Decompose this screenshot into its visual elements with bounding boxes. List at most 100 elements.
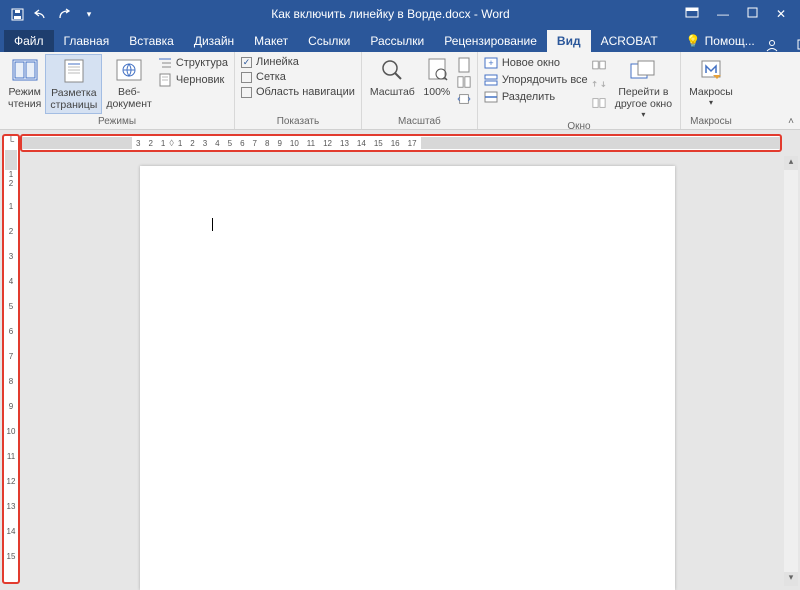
ruler-tick: 12: [319, 139, 336, 148]
ruler-tick: 9: [273, 139, 285, 148]
minimize-icon[interactable]: —: [717, 7, 729, 21]
ruler-tick: 10: [7, 427, 16, 436]
macros-label: Макросы: [689, 86, 733, 98]
print-layout-button[interactable]: Разметка страницы: [45, 54, 102, 114]
ruler-tick: 12: [7, 477, 16, 486]
undo-icon[interactable]: [34, 7, 48, 21]
ruler-tick: 3: [9, 252, 13, 261]
gridlines-checkbox[interactable]: Сетка: [241, 71, 355, 83]
ruler-tick: 1: [9, 170, 13, 179]
ruler-tick: 17: [404, 139, 421, 148]
ruler-tick: 9: [9, 402, 13, 411]
print-layout-icon: [60, 57, 88, 85]
group-macros: Макросы▾ Макросы: [681, 52, 741, 129]
zoom-100-button[interactable]: 100%: [419, 54, 455, 100]
page-width-icon[interactable]: [457, 92, 471, 106]
one-page-icon[interactable]: [457, 58, 471, 72]
group-window: + Новое окно Упорядочить все Разделить Пе…: [478, 52, 681, 129]
horizontal-ruler[interactable]: 3 2 1 ◊ 1 2 3 4 5 6 7 8 9 10 11 12 13 14…: [20, 134, 782, 152]
scroll-up-icon[interactable]: ▴: [784, 156, 798, 170]
read-mode-label: Режим чтения: [8, 86, 41, 110]
side-by-side-icon[interactable]: [592, 58, 606, 72]
document-page[interactable]: [140, 166, 675, 590]
zoom-button[interactable]: Масштаб: [366, 54, 419, 100]
ruler-tick: 13: [7, 502, 16, 511]
navigation-checkbox[interactable]: Область навигации: [241, 86, 355, 98]
web-layout-label: Веб- документ: [106, 86, 151, 110]
save-icon[interactable]: [10, 7, 24, 21]
ruler-tick: 2: [9, 179, 13, 188]
tab-home[interactable]: Главная: [54, 30, 120, 52]
qat-customize-icon[interactable]: ▾: [82, 7, 96, 21]
web-layout-button[interactable]: Веб- документ: [102, 54, 155, 112]
reset-window-icon[interactable]: [592, 96, 606, 110]
help-tell-me[interactable]: 💡Помощ...: [676, 30, 765, 52]
close-icon[interactable]: ✕: [776, 7, 786, 21]
tab-review[interactable]: Рецензирование: [434, 30, 547, 52]
split-button[interactable]: Разделить: [484, 90, 588, 104]
tab-selector-icon[interactable]: └: [4, 136, 18, 150]
ruler-tick: 8: [9, 377, 13, 386]
read-mode-button[interactable]: Режим чтения: [4, 54, 45, 112]
account-icon[interactable]: [765, 38, 779, 52]
ruler-tick: 5: [9, 302, 13, 311]
ruler-tick: 6: [236, 139, 248, 148]
macros-button[interactable]: Макросы▾: [685, 54, 737, 109]
arrange-all-label: Упорядочить все: [502, 74, 588, 86]
ruler-tick: 15: [7, 552, 16, 561]
tab-insert[interactable]: Вставка: [119, 30, 184, 52]
checkbox-checked-icon: ✓: [241, 57, 252, 68]
ruler-tick: 2: [186, 139, 198, 148]
group-zoom-label: Масштаб: [366, 116, 473, 128]
title-bar: ▾ Как включить линейку в Ворде.docx - Wo…: [0, 0, 800, 28]
ribbon: Режим чтения Разметка страницы Веб- доку…: [0, 52, 800, 130]
redo-icon[interactable]: [58, 7, 72, 21]
vertical-ruler[interactable]: └ 1 2 1 2 3 4 5 6 7 8 9 10 11 12 13 14 1…: [2, 134, 20, 584]
collapse-ribbon-icon[interactable]: ˄: [788, 116, 794, 127]
tab-design[interactable]: Дизайн: [184, 30, 244, 52]
switch-windows-icon: [629, 56, 657, 84]
sync-scroll-icon[interactable]: [592, 77, 606, 91]
ruler-tick: 4: [211, 139, 223, 148]
workspace: 3 2 1 ◊ 1 2 3 4 5 6 7 8 9 10 11 12 13 14…: [0, 130, 800, 590]
draft-button[interactable]: Черновик: [158, 73, 228, 87]
tab-acrobat[interactable]: ACROBAT: [591, 30, 668, 52]
ruler-tick: 1: [9, 202, 13, 211]
tab-file[interactable]: Файл: [4, 30, 54, 52]
multi-page-icon[interactable]: [457, 75, 471, 89]
scroll-down-icon[interactable]: ▾: [784, 572, 798, 586]
ruler-tick: 14: [353, 139, 370, 148]
new-window-button[interactable]: + Новое окно: [484, 56, 588, 70]
ribbon-display-icon[interactable]: [685, 7, 699, 21]
tab-view[interactable]: Вид: [547, 30, 591, 52]
outline-label: Структура: [176, 57, 228, 69]
group-show: ✓Линейка Сетка Область навигации Показат…: [235, 52, 362, 129]
maximize-icon[interactable]: [747, 7, 758, 21]
ribbon-tabs: Файл Главная Вставка Дизайн Макет Ссылки…: [0, 28, 800, 52]
zoom-icon: [378, 56, 406, 84]
svg-text:+: +: [488, 58, 493, 68]
switch-windows-button[interactable]: Перейти в другое окно▾: [611, 54, 676, 121]
ruler-tick: 16: [387, 139, 404, 148]
chevron-down-icon: ▾: [709, 98, 713, 107]
vertical-scrollbar[interactable]: ▴ ▾: [784, 156, 798, 586]
ruler-tick: 2: [9, 227, 13, 236]
arrange-all-button[interactable]: Упорядочить все: [484, 73, 588, 87]
tab-references[interactable]: Ссылки: [298, 30, 360, 52]
ruler-checkbox[interactable]: ✓Линейка: [241, 56, 355, 68]
tab-layout[interactable]: Макет: [244, 30, 298, 52]
outline-button[interactable]: Структура: [158, 56, 228, 70]
checkbox-icon: [241, 72, 252, 83]
new-window-label: Новое окно: [502, 57, 560, 69]
tab-mailings[interactable]: Рассылки: [360, 30, 434, 52]
draft-label: Черновик: [176, 74, 225, 86]
switch-windows-label: Перейти в другое окно: [615, 86, 672, 110]
outline-icon: [158, 56, 172, 70]
ruler-tick: 11: [7, 452, 15, 461]
new-window-icon: +: [484, 56, 498, 70]
ruler-tick: 13: [336, 139, 353, 148]
ruler-tick: 6: [9, 327, 13, 336]
document-title: Как включить линейку в Ворде.docx - Word: [96, 7, 685, 21]
navigation-label: Область навигации: [256, 86, 355, 98]
gridlines-label: Сетка: [256, 71, 286, 83]
